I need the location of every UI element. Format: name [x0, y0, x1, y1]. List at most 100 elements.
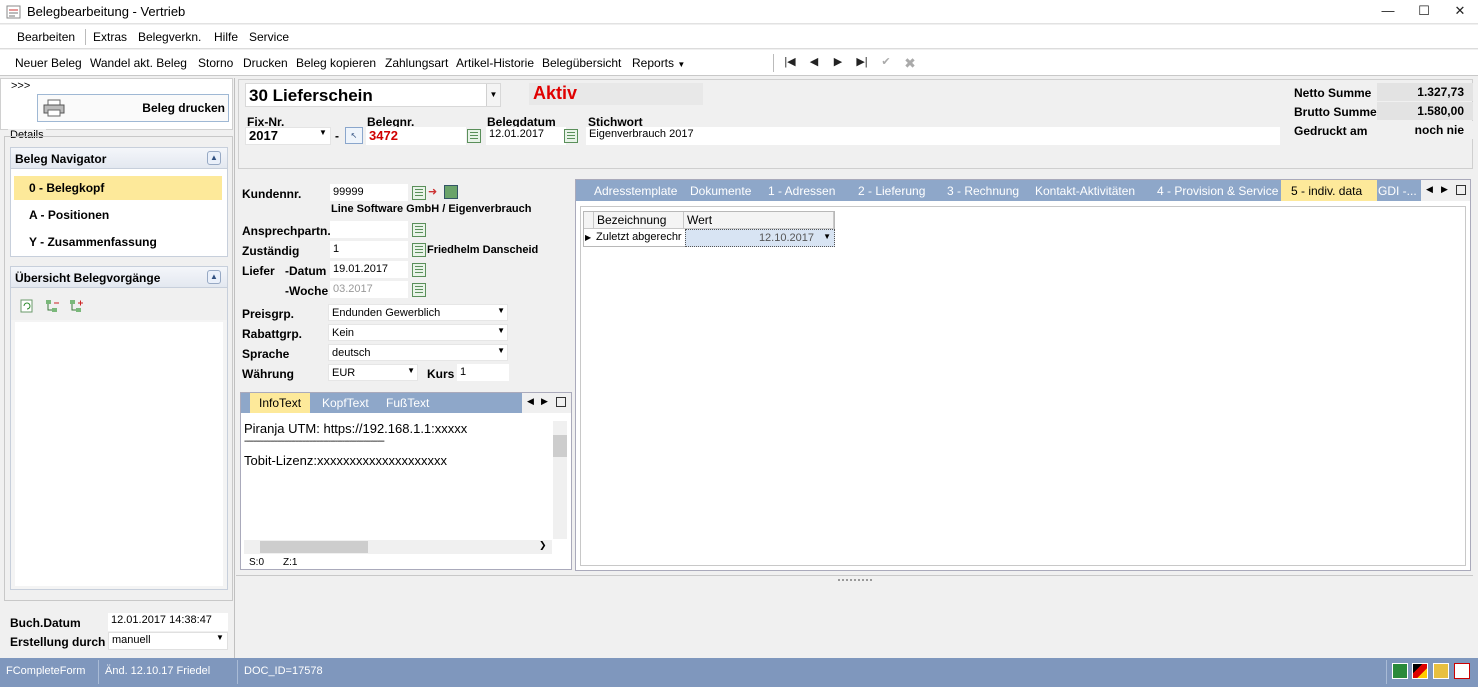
infotext-hscrollbar[interactable]: ❯: [244, 540, 552, 554]
first-record-icon[interactable]: |◀: [781, 55, 799, 71]
tab-indiv-data[interactable]: 5 - indiv. data: [1281, 180, 1377, 201]
grid-cell-bezeichnung[interactable]: Zuletzt abgerechr: [594, 229, 684, 247]
kunde-lookup-icon[interactable]: [412, 186, 426, 200]
doc-type-select[interactable]: 30 Lieferschein ▼: [245, 83, 501, 107]
sprache-select[interactable]: deutsch ▼: [328, 344, 508, 361]
refresh-icon[interactable]: [20, 299, 34, 313]
fix-nr-select[interactable]: 2017 ▼: [245, 127, 331, 145]
uebersicht-header[interactable]: Übersicht Belegvorgänge ▲: [10, 266, 228, 288]
tab-lieferung[interactable]: 2 - Lieferung: [848, 180, 935, 201]
german-flag-icon[interactable]: [1412, 663, 1428, 679]
cancel-icon[interactable]: ✖: [901, 55, 919, 71]
tab-scroll-right-icon[interactable]: ▶: [541, 396, 548, 407]
belegdatum-field[interactable]: 12.01.2017: [486, 127, 566, 145]
tab-kontakt-aktivitaeten[interactable]: Kontakt-Aktivitäten: [1025, 180, 1145, 201]
ansprech-field[interactable]: [330, 221, 408, 238]
neuer-beleg-button[interactable]: Neuer Beleg: [15, 56, 82, 70]
reports-menu[interactable]: Reports ▼: [632, 56, 685, 70]
drucken-button[interactable]: Drucken: [243, 56, 288, 70]
tab-fusstext[interactable]: FußText: [377, 393, 438, 413]
excel-icon[interactable]: [1392, 663, 1408, 679]
nav-positionen[interactable]: A - Positionen: [14, 203, 222, 227]
menu-belegverkn[interactable]: Belegverkn.: [138, 30, 201, 44]
tab-kopftext[interactable]: KopfText: [313, 393, 378, 413]
menu-service[interactable]: Service: [249, 30, 289, 44]
tab-rechnung[interactable]: 3 - Rechnung: [937, 180, 1029, 201]
waehrung-select[interactable]: EUR ▼: [328, 364, 418, 381]
scroll-thumb[interactable]: [553, 435, 567, 457]
tab-scroll-right-icon[interactable]: ▶: [1441, 184, 1448, 195]
splitter[interactable]: [236, 575, 1473, 581]
nav-zusammenfassung[interactable]: Y - Zusammenfassung: [14, 230, 222, 254]
beleg-drucken-button[interactable]: Beleg drucken: [37, 94, 229, 122]
kundennr-field[interactable]: 99999: [330, 184, 408, 201]
expand-toggle[interactable]: >>>: [11, 80, 30, 92]
kurs-field[interactable]: 1: [457, 364, 509, 381]
calendar-icon[interactable]: [564, 129, 578, 143]
scroll-thumb[interactable]: [260, 541, 368, 553]
next-record-icon[interactable]: ▶: [829, 55, 847, 71]
tab-adressen[interactable]: 1 - Adressen: [758, 180, 845, 201]
buch-datum-field[interactable]: 12.01.2017 14:38:47: [108, 613, 228, 631]
liefer-woche-field[interactable]: 03.2017: [330, 281, 408, 298]
number-picker-icon[interactable]: ↖: [345, 127, 363, 144]
expand-tree-icon[interactable]: [68, 299, 84, 315]
grid-header-wert[interactable]: Wert: [684, 212, 834, 229]
tab-dokumente[interactable]: Dokumente: [680, 180, 761, 201]
tab-infotext[interactable]: InfoText: [250, 393, 311, 413]
tab-scroll-left-icon[interactable]: ◀: [527, 396, 534, 407]
zahlungsart-button[interactable]: Zahlungsart: [385, 56, 448, 70]
lock-icon[interactable]: [1433, 663, 1449, 679]
menu-extras[interactable]: Extras: [93, 30, 127, 44]
preisgrp-select[interactable]: Endunden Gewerblich ▼: [328, 304, 508, 321]
infotext-vscrollbar[interactable]: [553, 421, 567, 539]
goto-kunde-icon[interactable]: ➜: [428, 185, 437, 198]
close-tabs-icon[interactable]: [1456, 185, 1466, 195]
zustaendig-lookup-icon[interactable]: [412, 243, 426, 257]
nav-belegkopf[interactable]: 0 - Belegkopf: [14, 176, 222, 200]
maximize-button[interactable]: ☐: [1404, 2, 1444, 22]
tab-adresstemplate[interactable]: Adresstemplate: [584, 180, 687, 201]
zustaendig-field[interactable]: 1: [330, 241, 408, 258]
tab-provision-service[interactable]: 4 - Provision & Service: [1147, 180, 1288, 201]
calendar-icon[interactable]: [412, 263, 426, 277]
belegnr-lookup-icon[interactable]: [467, 129, 481, 143]
kurs-label: Kurs: [427, 367, 455, 381]
storno-button[interactable]: Storno: [198, 56, 233, 70]
close-tabs-icon[interactable]: [556, 397, 566, 407]
pdf-icon[interactable]: [1454, 663, 1470, 679]
beleguebersicht-button[interactable]: Belegübersicht: [542, 56, 621, 70]
menu-bearbeiten[interactable]: Bearbeiten: [17, 30, 75, 44]
wandel-beleg-button[interactable]: Wandel akt. Beleg: [90, 56, 187, 70]
collapse-tree-icon[interactable]: [44, 299, 60, 315]
status-separator: [98, 660, 99, 684]
week-picker-icon[interactable]: [412, 283, 426, 297]
stichwort-field[interactable]: Eigenverbrauch 2017: [586, 127, 1280, 145]
ansprech-lookup-icon[interactable]: [412, 223, 426, 237]
artikel-historie-button[interactable]: Artikel-Historie: [456, 56, 534, 70]
splitter-grip-icon: [838, 579, 872, 581]
uebersicht-toolbar: [11, 288, 227, 320]
minimize-button[interactable]: —: [1368, 2, 1408, 22]
menu-hilfe[interactable]: Hilfe: [214, 30, 238, 44]
belegnr-field[interactable]: 3472: [366, 127, 466, 145]
collapse-up-icon[interactable]: ▲: [207, 151, 221, 165]
liefer-datum-field[interactable]: 19.01.2017: [330, 261, 408, 278]
scroll-right-icon[interactable]: ❯: [539, 540, 547, 551]
close-window-button[interactable]: ✕: [1440, 2, 1478, 22]
last-record-icon[interactable]: ▶|: [853, 55, 871, 71]
kunde-card-icon[interactable]: [444, 185, 458, 199]
confirm-icon[interactable]: ✔: [877, 55, 895, 71]
tab-gdi[interactable]: GDI -...: [1370, 180, 1427, 201]
tab-scroll-area: ◀ ▶: [1421, 180, 1470, 201]
previous-record-icon[interactable]: ◀: [805, 55, 823, 71]
grid-cell-wert[interactable]: 12.10.2017 ▼: [685, 229, 835, 247]
uebersicht-tree[interactable]: [15, 322, 223, 586]
collapse-up-icon[interactable]: ▲: [207, 270, 221, 284]
grid-header-bezeichnung[interactable]: Bezeichnung: [594, 212, 684, 229]
tab-scroll-left-icon[interactable]: ◀: [1426, 184, 1433, 195]
beleg-navigator-header[interactable]: Beleg Navigator ▲: [10, 147, 228, 169]
rabattgrp-select[interactable]: Kein ▼: [328, 324, 508, 341]
erstellung-select[interactable]: manuell ▼: [108, 632, 228, 650]
beleg-kopieren-button[interactable]: Beleg kopieren: [296, 56, 376, 70]
